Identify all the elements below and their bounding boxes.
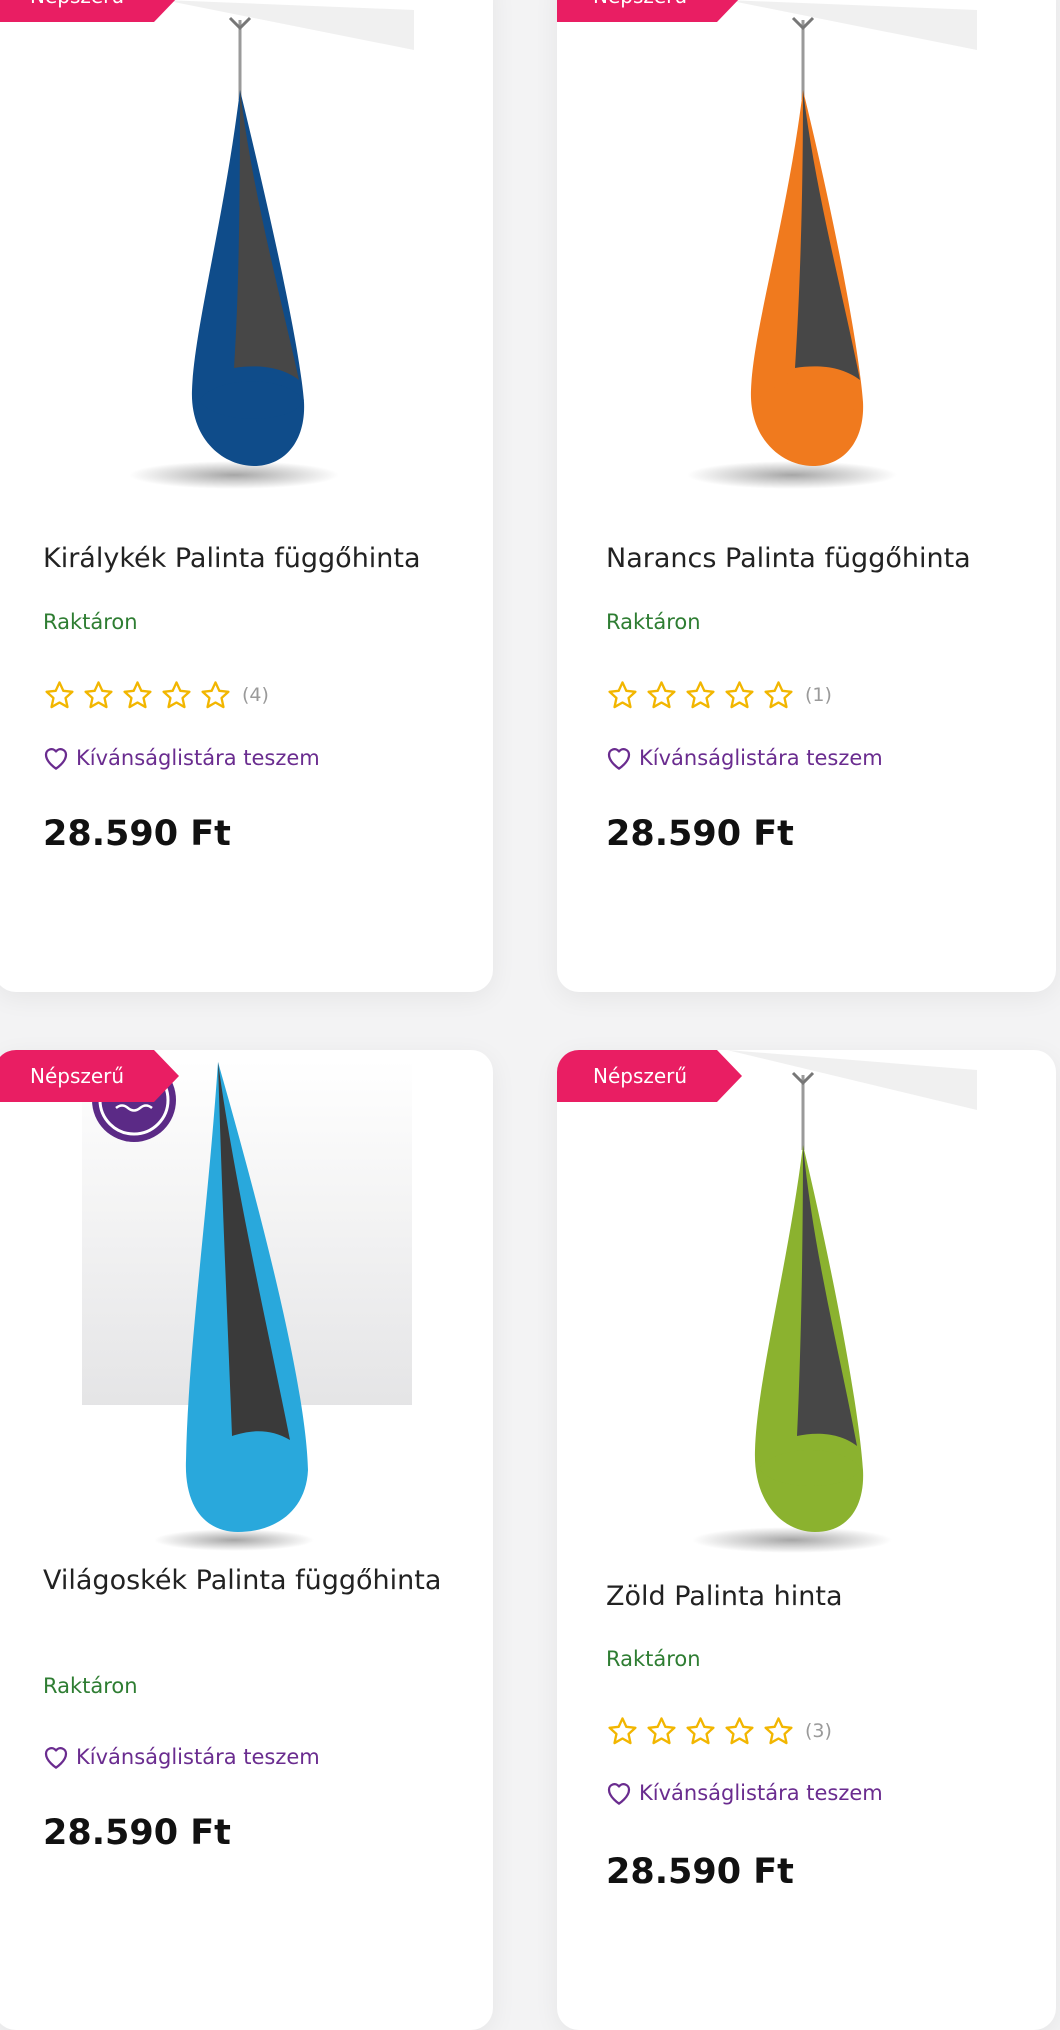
wishlist-button[interactable]: Kívánságlistára teszem [604, 1775, 883, 1811]
rating-stars[interactable]: (3) [606, 1714, 832, 1748]
product-card[interactable]: Népszerű Királykék Palinta függőhinta Ra… [0, 0, 493, 992]
star-icon [160, 679, 193, 712]
rating-count: (4) [242, 684, 269, 706]
rating-stars[interactable]: (4) [43, 678, 269, 712]
wishlist-button[interactable]: Kívánságlistára teszem [41, 740, 320, 776]
star-icon [82, 679, 115, 712]
popular-badge: Népszerű [557, 1050, 742, 1102]
product-price: 28.590 Ft [606, 1852, 794, 1892]
product-title[interactable]: Zöld Palinta hinta [606, 1576, 1036, 1618]
heart-outline-icon [604, 743, 634, 773]
product-image[interactable] [0, 1050, 493, 1560]
star-icon [199, 679, 232, 712]
heart-outline-icon [41, 1742, 71, 1772]
product-title[interactable]: Világoskék Palinta függőhinta [43, 1560, 473, 1602]
star-icon [43, 679, 76, 712]
star-icon [762, 679, 795, 712]
product-image[interactable] [0, 0, 493, 500]
stock-status: Raktáron [43, 610, 138, 634]
wishlist-label: Kívánságlistára teszem [76, 1745, 320, 1769]
product-price: 28.590 Ft [606, 814, 794, 854]
star-icon [121, 679, 154, 712]
star-icon [684, 1715, 717, 1748]
wishlist-label: Kívánságlistára teszem [76, 746, 320, 770]
wishlist-button[interactable]: Kívánságlistára teszem [41, 1739, 320, 1775]
star-icon [606, 679, 639, 712]
product-title[interactable]: Narancs Palinta függőhinta [606, 538, 1036, 580]
stock-status: Raktáron [606, 610, 701, 634]
stock-status: Raktáron [606, 1647, 701, 1671]
star-icon [645, 679, 678, 712]
popular-badge: Népszerű [557, 0, 742, 22]
wishlist-label: Kívánságlistára teszem [639, 1781, 883, 1805]
star-icon [684, 679, 717, 712]
product-price: 28.590 Ft [43, 1813, 231, 1853]
wishlist-label: Kívánságlistára teszem [639, 746, 883, 770]
product-image[interactable] [557, 0, 1056, 500]
rating-stars[interactable]: (1) [606, 678, 832, 712]
popular-badge: Népszerű [0, 0, 179, 22]
stock-status: Raktáron [43, 1674, 138, 1698]
star-icon [645, 1715, 678, 1748]
rating-count: (3) [805, 1720, 832, 1742]
product-card[interactable]: Népszerű Zöld Palinta hinta Raktáron (3)… [557, 1050, 1056, 2030]
star-icon [723, 1715, 756, 1748]
product-image[interactable] [557, 1050, 1056, 1560]
product-card[interactable]: Népszerű Narancs Palinta függőhinta Rakt… [557, 0, 1056, 992]
star-icon [762, 1715, 795, 1748]
product-title[interactable]: Királykék Palinta függőhinta [43, 538, 473, 580]
wishlist-button[interactable]: Kívánságlistára teszem [604, 740, 883, 776]
heart-outline-icon [41, 743, 71, 773]
heart-outline-icon [604, 1778, 634, 1808]
star-icon [606, 1715, 639, 1748]
star-icon [723, 679, 756, 712]
product-card[interactable]: Népszerű Világoskék Palinta függőhinta R… [0, 1050, 493, 2030]
product-price: 28.590 Ft [43, 814, 231, 854]
rating-count: (1) [805, 684, 832, 706]
popular-badge: Népszerű [0, 1050, 179, 1102]
